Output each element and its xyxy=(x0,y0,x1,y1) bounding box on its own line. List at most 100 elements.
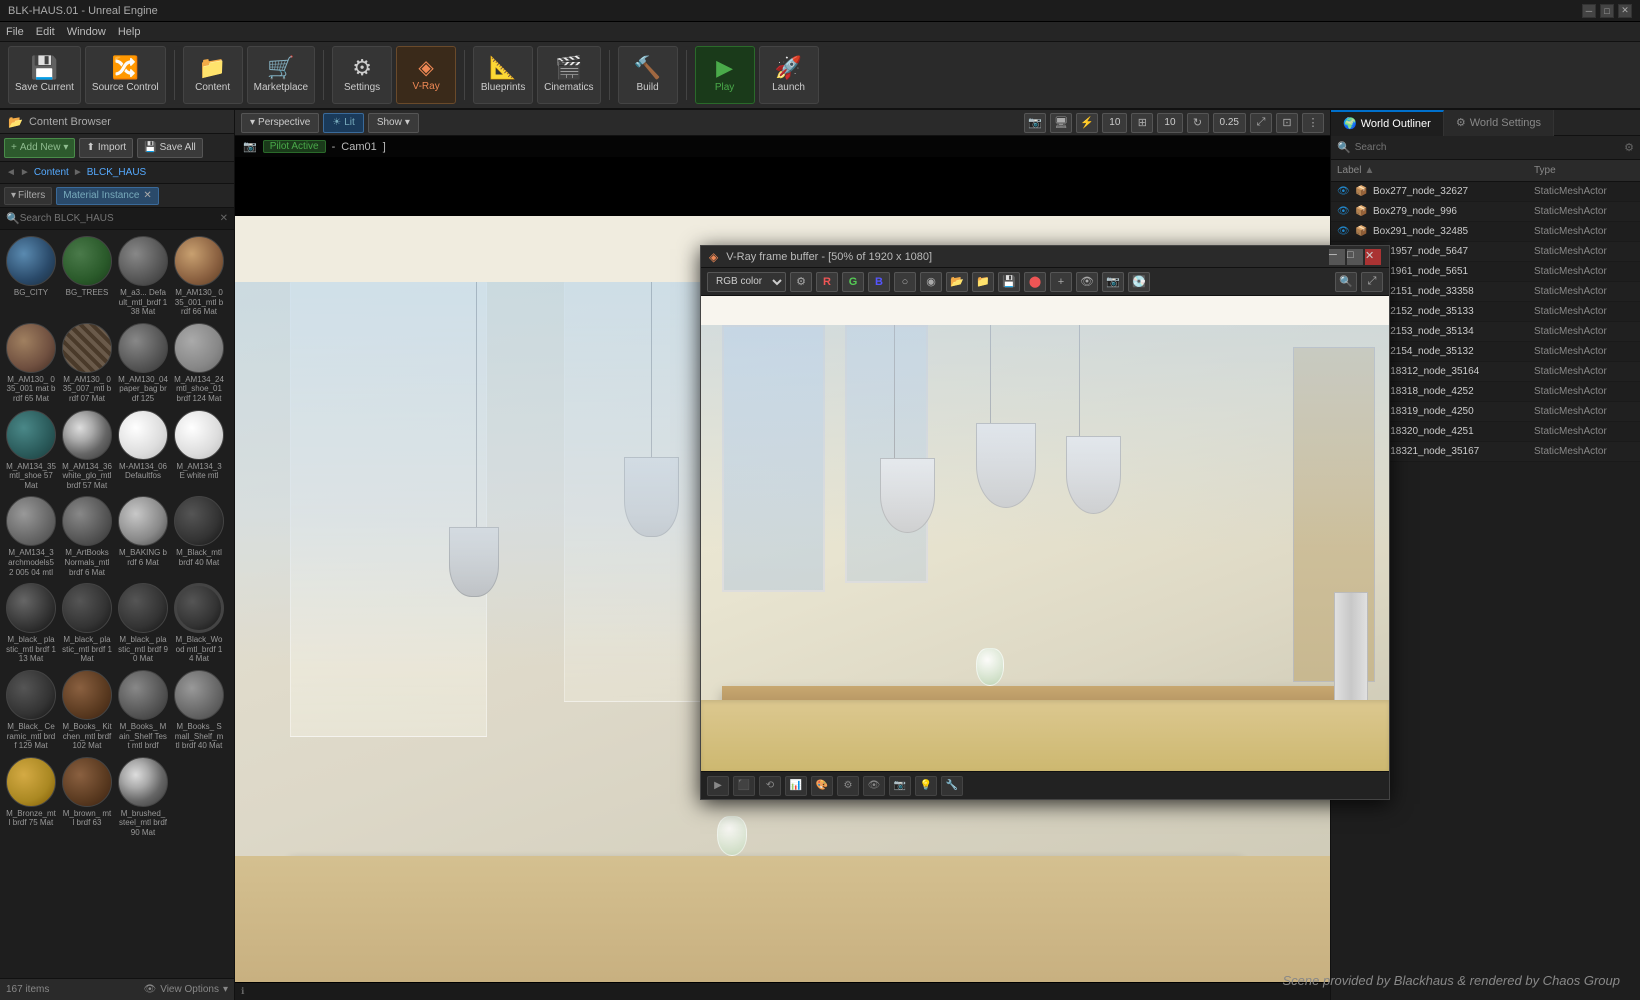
back-arrow[interactable]: ◄ xyxy=(6,167,16,178)
add-new-button[interactable]: + Add New ▾ xyxy=(4,138,75,158)
material-item-m-bronze[interactable]: M_Bronze_mtl brdf 75 Mat xyxy=(4,755,58,840)
vray-close-button[interactable]: ✕ xyxy=(1365,249,1381,265)
vray-footer-btn-10[interactable]: 🔧 xyxy=(941,776,963,796)
vray-fit-btn[interactable]: ⤢ xyxy=(1361,272,1383,292)
material-item-bg-city[interactable]: BG_CITY xyxy=(4,234,58,319)
menu-window[interactable]: Window xyxy=(67,26,106,38)
vray-footer-btn-8[interactable]: 📷 xyxy=(889,776,911,796)
vray-titlebar[interactable]: ◈ V-Ray frame buffer - [50% of 1920 x 10… xyxy=(701,246,1389,268)
view-options-label[interactable]: View Options xyxy=(160,984,219,995)
vray-save-btn[interactable]: 💾 xyxy=(998,272,1020,292)
menu-help[interactable]: Help xyxy=(118,26,141,38)
grid-size-btn[interactable]: 10 xyxy=(1102,113,1127,133)
show-btn[interactable]: Show ▾ xyxy=(368,113,419,133)
label-column-header[interactable]: Label ▲ xyxy=(1337,165,1534,176)
marketplace-button[interactable]: 🛒 Marketplace xyxy=(247,46,315,104)
world-outliner-tab[interactable]: 🌍 World Outliner xyxy=(1331,110,1444,136)
realtime-icon[interactable]: ⚡ xyxy=(1076,113,1098,133)
material-item-m-black[interactable]: M_Black_mtl brdf 40 Mat xyxy=(172,494,226,579)
content-browser-search[interactable]: 🔍 ✕ xyxy=(0,208,234,230)
vray-settings-icon[interactable]: ⚙ xyxy=(790,272,812,292)
maximize-button[interactable]: □ xyxy=(1600,4,1614,18)
vray-eye-btn[interactable]: 👁 xyxy=(1076,272,1098,292)
vray-footer-btn-7[interactable]: 👁 xyxy=(863,776,885,796)
outliner-search[interactable]: 🔍 ⚙ xyxy=(1331,136,1640,160)
visibility-icon[interactable]: 👁 xyxy=(1337,206,1351,217)
material-item-m-books-kitchen[interactable]: M_Books_ Kitchen_mtl brdf 102 Mat xyxy=(60,668,114,753)
material-item-m-am130-035[interactable]: M_AM130_ 035_001_mtl brdf 66 Mat xyxy=(172,234,226,319)
vray-r-channel-btn[interactable]: R xyxy=(816,272,838,292)
vray-folder-btn[interactable]: 📁 xyxy=(972,272,994,292)
material-item-m-am130-035b[interactable]: M_AM130_ 035_001 mat brdf 65 Mat xyxy=(4,321,58,406)
material-item-m-am134[interactable]: M_AM134_24 mtl_shoe_01 brdf 124 Mat xyxy=(172,321,226,406)
play-button[interactable]: ▶ Play xyxy=(695,46,755,104)
menu-file[interactable]: File xyxy=(6,26,24,38)
material-item-m-books-small[interactable]: M_Books_ Small_Shelf_mtl brdf 40 Mat xyxy=(172,668,226,753)
vray-red-circle-btn[interactable]: ⬤ xyxy=(1024,272,1046,292)
vray-plus-btn[interactable]: + xyxy=(1050,272,1072,292)
camera-settings-icon[interactable]: 📷 xyxy=(1024,113,1046,133)
material-item-m-black2[interactable]: M_black_ plastic_mtl brdf 113 Mat xyxy=(4,581,58,666)
material-item-m-brown[interactable]: M_brown_ mtl brdf 63 xyxy=(60,755,114,840)
path-content[interactable]: Content xyxy=(34,167,69,178)
material-item-m-books-main[interactable]: M_Books_ Main_Shelf Test mtl brdf xyxy=(116,668,170,753)
content-button[interactable]: 📁 Content xyxy=(183,46,243,104)
world-settings-tab[interactable]: ⚙ World Settings xyxy=(1444,110,1554,136)
material-item-m-am130-035c[interactable]: M_AM130_ 035_007_mtl brdf 07 Mat xyxy=(60,321,114,406)
source-control-button[interactable]: 🔀 Source Control xyxy=(85,46,166,104)
material-item-m-am134f[interactable]: M_AM134_3 archmodels52 005 04 mtl xyxy=(4,494,58,579)
vray-floppy-btn[interactable]: 💽 xyxy=(1128,272,1150,292)
path-folder[interactable]: BLCK_HAUS xyxy=(87,167,146,178)
material-item-m-am134e[interactable]: M_AM134_3E white mtl xyxy=(172,408,226,493)
vray-maximize-button[interactable]: □ xyxy=(1347,249,1363,265)
filter-tag-material-instance[interactable]: Material Instance ✕ xyxy=(56,187,159,205)
vray-zoom-btn[interactable]: 🔍 xyxy=(1335,272,1357,292)
forward-arrow[interactable]: ► xyxy=(20,167,30,178)
grid-icon[interactable]: ⊞ xyxy=(1131,113,1153,133)
material-item-m-am134b[interactable]: M_AM134_35 mtl_shoe 57 Mat xyxy=(4,408,58,493)
vray-minimize-button[interactable]: ─ xyxy=(1329,249,1345,265)
scale-icon[interactable]: ⤢ xyxy=(1250,113,1272,133)
vray-footer-btn-1[interactable]: ▶ xyxy=(707,776,729,796)
more-icon[interactable]: ⋮ xyxy=(1302,113,1324,133)
vray-sphere-btn[interactable]: ◉ xyxy=(920,272,942,292)
material-item-m-am130-04[interactable]: M_AM130_04 paper_bag brdf 125 xyxy=(116,321,170,406)
table-row[interactable]: 👁 📦 Box291_node_32485 StaticMeshActor xyxy=(1331,222,1640,242)
material-item-m-baking[interactable]: M_BAKING brdf 6 Mat xyxy=(116,494,170,579)
material-item-m-am130-default[interactable]: M_a3... Default_mtl_brdf 138 Mat xyxy=(116,234,170,319)
filters-button[interactable]: ▾ Filters xyxy=(4,187,52,205)
table-row[interactable]: 👁 📦 Box279_node_996 StaticMeshActor xyxy=(1331,202,1640,222)
material-item-m-black-wood[interactable]: M_Black_Wood mtl_brdf 14 Mat xyxy=(172,581,226,666)
minimize-button[interactable]: ─ xyxy=(1582,4,1596,18)
material-item-m-am134c[interactable]: M_AM134_36 white_glo_mtl brdf 57 Mat xyxy=(60,408,114,493)
table-row[interactable]: 👁 📦 Box277_node_32627 StaticMeshActor xyxy=(1331,182,1640,202)
vray-footer-btn-9[interactable]: 💡 xyxy=(915,776,937,796)
vray-footer-btn-5[interactable]: 🎨 xyxy=(811,776,833,796)
material-item-bg-trees[interactable]: BG_TREES xyxy=(60,234,114,319)
outliner-search-input[interactable] xyxy=(1355,142,1620,153)
cinematics-button[interactable]: 🎬 Cinematics xyxy=(537,46,600,104)
display-settings-icon[interactable]: 🖥 xyxy=(1050,113,1072,133)
launch-button[interactable]: 🚀 Launch xyxy=(759,46,819,104)
scale-btn[interactable]: 0.25 xyxy=(1213,113,1246,133)
settings-button[interactable]: ⚙ Settings xyxy=(332,46,392,104)
material-item-m-black4[interactable]: M_black_ plastic_mtl brdf 90 Mat xyxy=(116,581,170,666)
perspective-btn[interactable]: ▾ Perspective xyxy=(241,113,319,133)
vray-footer-btn-2[interactable]: ⬛ xyxy=(733,776,755,796)
vray-button[interactable]: ◈ V-Ray xyxy=(396,46,456,104)
blueprints-button[interactable]: 📐 Blueprints xyxy=(473,46,533,104)
search-clear-icon[interactable]: ✕ xyxy=(220,213,228,224)
vray-circle-btn[interactable]: ○ xyxy=(894,272,916,292)
vray-g-channel-btn[interactable]: G xyxy=(842,272,864,292)
color-mode-select[interactable]: RGB color Alpha Luminance xyxy=(707,272,786,292)
material-item-m-brushed-steel[interactable]: M_brushed_ steel_mtl brdf 90 Mat xyxy=(116,755,170,840)
vray-footer-btn-6[interactable]: ⚙ xyxy=(837,776,859,796)
outliner-search-options-icon[interactable]: ⚙ xyxy=(1624,141,1634,154)
save-current-button[interactable]: 💾 Save Current xyxy=(8,46,81,104)
material-item-m-am134d[interactable]: M-AM134_06 Defaultfos xyxy=(116,408,170,493)
save-all-button[interactable]: 💾 Save All xyxy=(137,138,203,158)
toggle-icon[interactable]: ⊡ xyxy=(1276,113,1298,133)
angle-btn[interactable]: 10 xyxy=(1157,113,1182,133)
vray-camera-btn[interactable]: 📷 xyxy=(1102,272,1124,292)
material-item-m-artbooks[interactable]: M_ArtBooks Normals_mtl brdf 6 Mat xyxy=(60,494,114,579)
